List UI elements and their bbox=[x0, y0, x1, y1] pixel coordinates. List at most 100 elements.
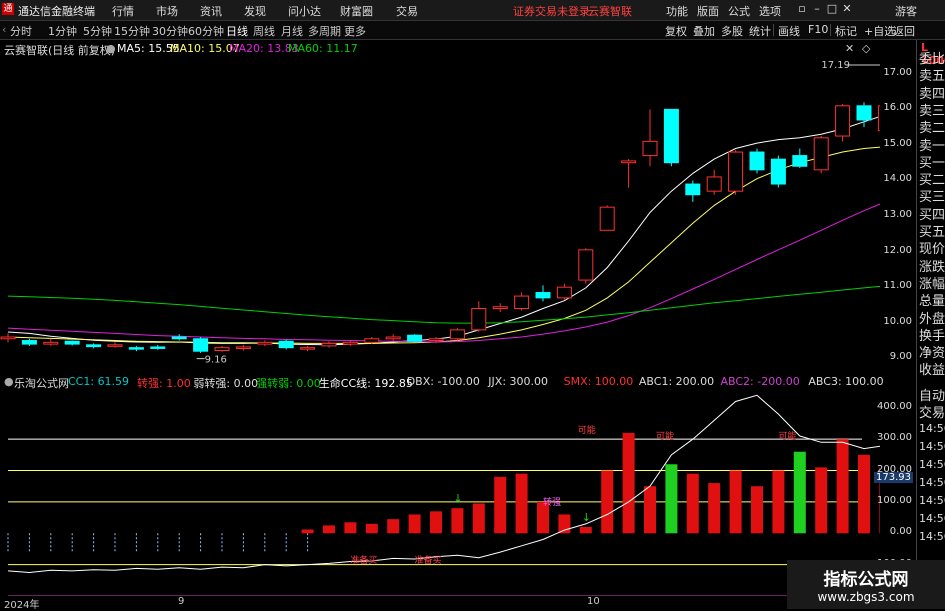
side-field-label[interactable]: 涨跌 bbox=[919, 256, 945, 275]
chart-zoom-icon[interactable]: ◇ bbox=[862, 42, 870, 55]
side-field-label[interactable]: 买三 bbox=[919, 186, 945, 205]
price-tick: 12.00 bbox=[883, 244, 912, 256]
candle-body bbox=[385, 336, 401, 340]
indicator-bar bbox=[579, 527, 592, 534]
indicator-dot-icon[interactable]: ● bbox=[4, 375, 14, 388]
candle-body bbox=[663, 108, 679, 164]
indicator-bar bbox=[365, 523, 378, 534]
candle-body bbox=[856, 105, 872, 121]
quote-side-panel: L 1000 委比卖五卖四卖三卖二卖一买一买二买三买四买五现价涨跌涨幅总量外盘换… bbox=[916, 40, 945, 595]
side-field-label[interactable]: 卖三 bbox=[919, 100, 945, 119]
period-more[interactable]: 更多 bbox=[344, 23, 366, 39]
side-field-label[interactable]: 买二 bbox=[919, 169, 945, 188]
period-monthly[interactable]: 月线 bbox=[281, 23, 303, 39]
period-60min[interactable]: 60分钟 bbox=[188, 23, 224, 39]
multi-stock-button[interactable]: 多股 bbox=[721, 23, 743, 39]
indicator-bar bbox=[601, 470, 614, 534]
period-30min[interactable]: 30分钟 bbox=[152, 23, 188, 39]
indicator-chart[interactable]: ↓↓转强可能可能 可能准备买 准备买 bbox=[0, 389, 880, 596]
overlay-button[interactable]: 叠加 bbox=[693, 23, 715, 39]
collapse-icon[interactable]: ‹ bbox=[2, 23, 6, 36]
f10-button[interactable]: F10 bbox=[808, 23, 828, 36]
indicator-value-9: ABC2: -200.00 bbox=[720, 375, 800, 388]
side-field-label[interactable]: 卖二 bbox=[919, 117, 945, 136]
side-field-label[interactable]: 买四 bbox=[919, 204, 945, 223]
side-field-label[interactable]: 现价 bbox=[919, 238, 945, 257]
mark-button[interactable]: 标记 bbox=[835, 23, 857, 39]
side-field-label[interactable]: 涨幅 bbox=[919, 273, 945, 292]
possible-label: 可能 bbox=[578, 424, 596, 436]
period-5min[interactable]: 5分钟 bbox=[83, 23, 112, 39]
price-tick: 10.00 bbox=[883, 315, 912, 327]
menu-options[interactable]: 选项 bbox=[759, 3, 781, 19]
main-price-chart[interactable]: 17.19 9.16 bbox=[0, 56, 880, 369]
add-watchlist-button[interactable]: +自选 bbox=[864, 23, 895, 39]
side-field-label[interactable]: 换手 bbox=[919, 325, 945, 344]
indicator-bar bbox=[515, 473, 528, 534]
indicator-bar bbox=[451, 508, 464, 534]
stats-button[interactable]: 统计 bbox=[749, 23, 771, 39]
candle-body bbox=[21, 340, 37, 345]
candle-body bbox=[407, 334, 423, 342]
candle-body bbox=[685, 183, 701, 196]
period-15min[interactable]: 15分钟 bbox=[114, 23, 150, 39]
indicator-value-6: JJX: 300.00 bbox=[488, 375, 549, 388]
settings-dot-icon[interactable]: ● bbox=[106, 42, 116, 55]
watermark-url: www.zbgs3.com bbox=[817, 590, 915, 604]
side-time-label: 14:56 bbox=[919, 530, 945, 543]
side-field-label[interactable]: 外盘 bbox=[919, 308, 945, 327]
menu-news[interactable]: 资讯 bbox=[200, 3, 222, 19]
menu-layout[interactable]: 版面 bbox=[697, 3, 719, 19]
chart-close-icon[interactable]: ✕ bbox=[845, 42, 854, 55]
period-intraday[interactable]: 分时 bbox=[10, 23, 32, 39]
indicator-bar bbox=[772, 470, 785, 534]
menu-discover[interactable]: 发现 bbox=[244, 3, 266, 19]
menu-ask[interactable]: 问小达 bbox=[288, 3, 321, 19]
indicator-value-0: CC1: 61.59 bbox=[68, 375, 130, 388]
menu-trade[interactable]: 交易 bbox=[396, 3, 418, 19]
back-button[interactable]: 返回 bbox=[893, 23, 915, 39]
indicator-bar bbox=[729, 470, 742, 534]
login-status[interactable]: 证券交易未登录 bbox=[513, 3, 590, 19]
side-field-label[interactable]: 总量 bbox=[919, 290, 945, 309]
menu-wealth[interactable]: 财富圈 bbox=[340, 3, 373, 19]
side-field-label[interactable]: 买五 bbox=[919, 221, 945, 240]
indicator-bar bbox=[387, 519, 400, 534]
maximize-icon[interactable]: □ bbox=[825, 2, 839, 16]
period-multi[interactable]: 多周期 bbox=[308, 23, 341, 39]
indicator-bar bbox=[686, 473, 699, 534]
indicator-tick: 100.00 bbox=[877, 494, 912, 506]
side-field-label[interactable]: 卖一 bbox=[919, 135, 945, 154]
indicator-bar bbox=[665, 464, 678, 534]
restore-icon[interactable]: ▫ bbox=[795, 2, 809, 16]
side-trade-label[interactable]: 交易 bbox=[919, 402, 945, 421]
menu-market[interactable]: 市场 bbox=[156, 3, 178, 19]
side-field-label[interactable]: 卖四 bbox=[919, 83, 945, 102]
low-price-label: 9.16 bbox=[205, 355, 227, 366]
ready-buy-label: 准备买 bbox=[415, 554, 442, 566]
minimize-icon[interactable]: – bbox=[810, 2, 824, 16]
main-chart-info: 云赛智联(日线 前复权) ● MA5: 15.55 MA10: 15.07 MA… bbox=[0, 40, 880, 57]
guest-user[interactable]: 游客 bbox=[895, 3, 917, 19]
indicator-bar bbox=[644, 486, 656, 534]
candle-body bbox=[214, 347, 230, 352]
side-field-label[interactable]: 买一 bbox=[919, 152, 945, 171]
adjust-button[interactable]: 复权 bbox=[665, 23, 687, 39]
menu-quotes[interactable]: 行情 bbox=[112, 3, 134, 19]
candle-body bbox=[128, 347, 144, 350]
side-field-label[interactable]: 净资 bbox=[919, 342, 945, 361]
side-field-label[interactable]: 卖五 bbox=[919, 65, 945, 84]
side-field-label[interactable]: 委比 bbox=[919, 48, 945, 67]
menu-formula[interactable]: 公式 bbox=[728, 3, 750, 19]
period-weekly[interactable]: 周线 bbox=[253, 23, 275, 39]
price-tick: 16.00 bbox=[883, 102, 912, 114]
period-daily[interactable]: 日线 bbox=[226, 23, 248, 39]
current-bar-marker bbox=[862, 531, 868, 534]
close-icon[interactable]: ✕ bbox=[840, 2, 854, 16]
indicator-value-5: DBX: -100.00 bbox=[406, 375, 480, 388]
period-1min[interactable]: 1分钟 bbox=[48, 23, 77, 39]
menu-function[interactable]: 功能 bbox=[666, 3, 688, 19]
draw-button[interactable]: 画线 bbox=[778, 23, 800, 39]
side-field-label[interactable]: 收益 bbox=[919, 359, 945, 378]
indicator-tick: 300.00 bbox=[877, 432, 912, 444]
